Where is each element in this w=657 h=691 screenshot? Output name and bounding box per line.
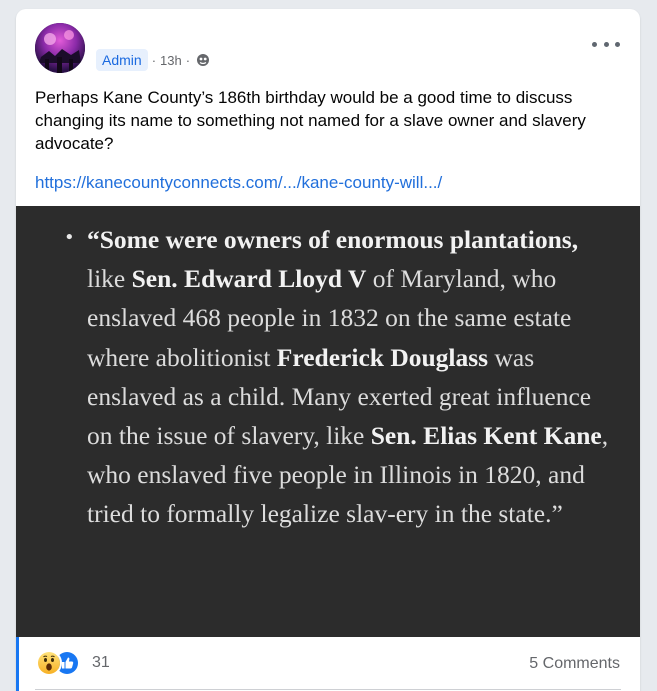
more-options-icon[interactable] [592,37,620,51]
post-card: Admin · 13h · Perhaps Kane County’s 186t… [16,9,640,691]
quote-bold-segment: Sen. Elias Kent Kane [370,421,602,451]
focus-accent-bar [16,637,19,691]
post-image[interactable]: • “Some were owners of enormous plantati… [16,206,640,637]
quote-bold-segment: “Some were owners of enormous plantation… [87,225,579,254]
reaction-count: 31 [92,654,110,671]
bullet-point: • [64,227,75,248]
meta-separator: · [151,52,157,68]
post-text: Perhaps Kane County’s 186th birthday wou… [35,88,586,153]
quote-text: “Some were owners of enormous plantation… [87,220,617,534]
quote-bold-segment: Sen. Edward Lloyd V [131,264,367,294]
quote-segment: like [87,264,132,294]
admin-badge[interactable]: Admin [96,49,148,71]
meta-separator: · [185,52,191,68]
comments-count[interactable]: 5 Comments [529,655,620,673]
divider [35,689,621,690]
avatar[interactable] [35,23,85,73]
quote-bold-segment: Frederick Douglass [276,342,489,372]
post-meta: Admin · 13h · [96,49,210,71]
post-time[interactable]: 13h [160,53,182,68]
wow-icon [36,650,62,676]
globe-icon[interactable] [196,53,210,67]
post-link[interactable]: https://kanecountyconnects.com/.../kane-… [35,172,442,194]
reactions-summary[interactable]: 31 [36,650,110,676]
